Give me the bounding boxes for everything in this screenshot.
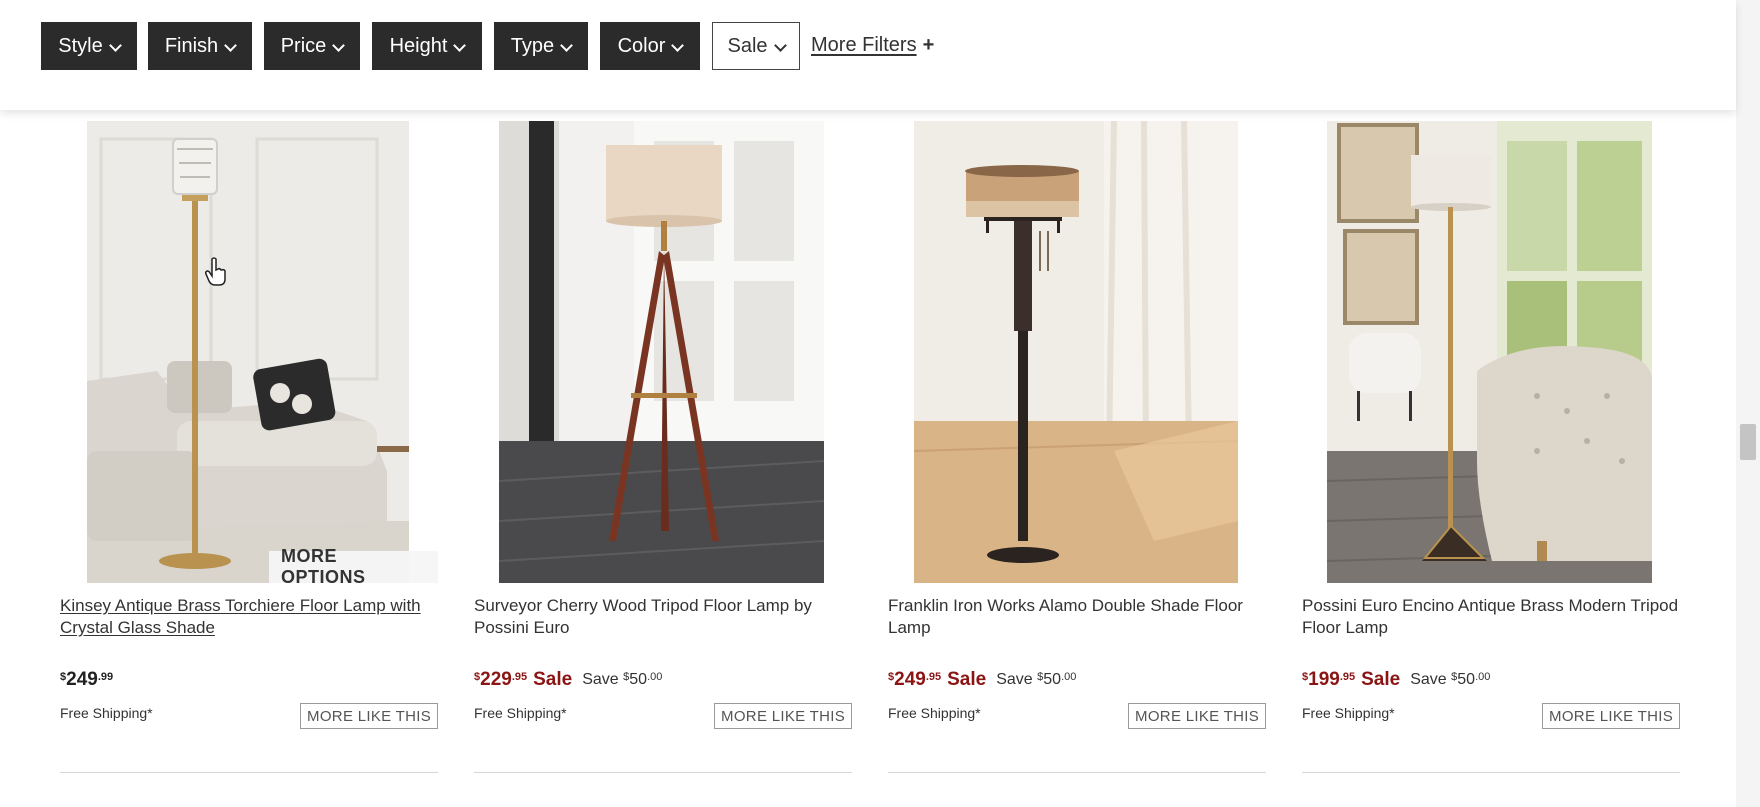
- product-image[interactable]: [87, 121, 409, 583]
- price-dollars: 229: [480, 669, 512, 690]
- save-text: Save: [996, 671, 1038, 688]
- save-dollars: 50: [1043, 671, 1062, 688]
- filter-style[interactable]: Style: [41, 22, 137, 70]
- save-dollars: 50: [629, 671, 648, 688]
- more-like-this-button[interactable]: MORE LIKE THIS: [300, 703, 438, 729]
- price: $ 229 .95 Sale Save $50.00: [474, 669, 662, 693]
- divider: [60, 772, 438, 773]
- price: $ 249 .95 Sale Save $50.00: [888, 669, 1076, 693]
- save-text: Save: [582, 671, 624, 688]
- free-shipping-label: Free Shipping*: [474, 705, 567, 721]
- sale-label: Sale: [947, 669, 987, 690]
- filter-type-label: Type: [510, 34, 555, 57]
- more-like-this-button[interactable]: MORE LIKE THIS: [714, 703, 852, 729]
- divider: [474, 772, 852, 773]
- save-amount: Save $50.00: [996, 671, 1076, 689]
- chevron-down-icon: [671, 38, 685, 52]
- filter-height[interactable]: Height: [372, 22, 482, 70]
- save-cents: .00: [647, 671, 663, 683]
- product-card: Possini Euro Encino Antique Brass Modern…: [1302, 121, 1680, 781]
- product-title-link[interactable]: Surveyor Cherry Wood Tripod Floor Lamp b…: [474, 595, 852, 639]
- sale-label: Sale: [1361, 669, 1401, 690]
- product-image[interactable]: [914, 121, 1238, 583]
- save-amount: Save $50.00: [582, 671, 662, 689]
- save-cents: .00: [1475, 671, 1491, 683]
- filter-sale[interactable]: Sale: [712, 22, 800, 70]
- filter-finish[interactable]: Finish: [148, 22, 252, 70]
- more-like-this-button[interactable]: MORE LIKE THIS: [1542, 703, 1680, 729]
- chevron-down-icon: [453, 38, 467, 52]
- product-image[interactable]: [499, 121, 824, 583]
- more-filters-label: More Filters: [811, 34, 917, 56]
- chevron-down-icon: [108, 38, 122, 52]
- product-image[interactable]: [1327, 121, 1652, 583]
- filter-finish-label: Finish: [164, 34, 219, 57]
- save-amount: Save $50.00: [1410, 671, 1490, 689]
- price-cents: .95: [511, 671, 528, 683]
- product-card: MORE OPTIONS Kinsey Antique Brass Torchi…: [60, 121, 438, 781]
- plus-icon: +: [922, 34, 935, 56]
- product-title-link[interactable]: Kinsey Antique Brass Torchiere Floor Lam…: [60, 595, 438, 639]
- filter-height-label: Height: [389, 34, 448, 57]
- more-like-this-button[interactable]: MORE LIKE THIS: [1128, 703, 1266, 729]
- price: $ 249 .99: [60, 669, 119, 693]
- filter-style-label: Style: [58, 34, 103, 57]
- scrollbar-thumb[interactable]: [1740, 424, 1756, 460]
- filter-color-label: Color: [617, 34, 666, 57]
- filter-bar: Style Finish Price Height Type Color Sal…: [0, 0, 1736, 110]
- price-cents: .99: [97, 671, 114, 683]
- price-dollars: 249: [894, 669, 926, 690]
- filter-price[interactable]: Price: [264, 22, 360, 70]
- free-shipping-label: Free Shipping*: [60, 705, 153, 721]
- filter-sale-label: Sale: [727, 34, 768, 57]
- divider: [888, 772, 1266, 773]
- save-dollars: 50: [1457, 671, 1476, 688]
- price-cents: .95: [925, 671, 942, 683]
- free-shipping-label: Free Shipping*: [1302, 705, 1395, 721]
- price: $ 199 .95 Sale Save $50.00: [1302, 669, 1490, 693]
- more-filters-link[interactable]: More Filters +: [811, 34, 934, 57]
- price-dollars: 249: [66, 669, 98, 690]
- product-card: Surveyor Cherry Wood Tripod Floor Lamp b…: [474, 121, 852, 781]
- save-cents: .00: [1061, 671, 1077, 683]
- chevron-down-icon: [773, 38, 787, 52]
- more-options-button[interactable]: MORE OPTIONS: [269, 546, 438, 587]
- divider: [1302, 772, 1680, 773]
- chevron-down-icon: [560, 38, 574, 52]
- sale-label: Sale: [533, 669, 573, 690]
- scrollbar-track[interactable]: [1736, 0, 1760, 807]
- filter-price-label: Price: [280, 34, 327, 57]
- chevron-down-icon: [224, 38, 238, 52]
- price-dollars: 199: [1308, 669, 1340, 690]
- filter-color[interactable]: Color: [600, 22, 700, 70]
- price-cents: .95: [1339, 671, 1356, 683]
- free-shipping-label: Free Shipping*: [888, 705, 981, 721]
- product-card: Franklin Iron Works Alamo Double Shade F…: [888, 121, 1266, 781]
- chevron-down-icon: [332, 38, 346, 52]
- filter-type[interactable]: Type: [494, 22, 588, 70]
- save-text: Save: [1410, 671, 1452, 688]
- hand-pointer-icon: [205, 257, 226, 286]
- product-title-link[interactable]: Possini Euro Encino Antique Brass Modern…: [1302, 595, 1680, 639]
- product-title-link[interactable]: Franklin Iron Works Alamo Double Shade F…: [888, 595, 1266, 639]
